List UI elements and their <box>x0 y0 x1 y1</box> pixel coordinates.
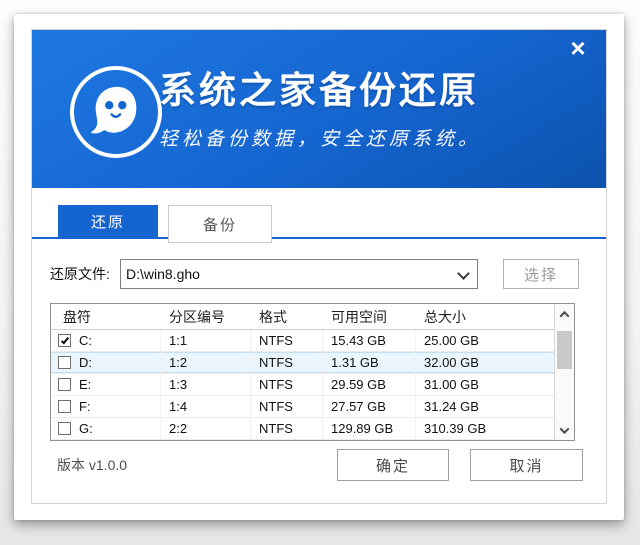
col-free[interactable]: 可用空间 <box>323 304 416 329</box>
choose-file-button[interactable]: 选择 <box>503 259 579 289</box>
row-checkbox[interactable] <box>58 378 71 391</box>
table-row[interactable]: D: 1:2NTFS1.31 GB32.00 GB <box>51 352 574 374</box>
header-titles: 系统之家备份还原 轻松备份数据，安全还原系统。 <box>159 60 481 151</box>
check-icon <box>60 335 68 344</box>
col-partition[interactable]: 分区编号 <box>161 304 251 329</box>
drive-cell: F: <box>51 396 161 417</box>
footer: 版本 v1.0.0 确定 取消 <box>32 449 606 481</box>
scroll-down-button[interactable] <box>555 421 574 439</box>
table-row[interactable]: C: 1:1NTFS15.43 GB25.00 GB <box>51 330 574 352</box>
app-subtitle: 轻松备份数据，安全还原系统。 <box>159 124 481 151</box>
table-scrollbar[interactable] <box>554 304 574 440</box>
partition-cell: 1:3 <box>161 374 251 395</box>
table-row[interactable]: G: 2:2NTFS129.89 GB310.39 GB <box>51 418 574 440</box>
partition-cell: 1:1 <box>161 330 251 351</box>
row-checkbox[interactable] <box>58 356 71 369</box>
restore-file-label: 还原文件: <box>50 259 110 289</box>
tab-restore[interactable]: 还原 <box>58 205 158 237</box>
drive-cell: C: <box>51 330 161 351</box>
format-cell: NTFS <box>251 330 323 351</box>
drive-label: D: <box>79 355 92 370</box>
drive-cell: E: <box>51 374 161 395</box>
app-header: × 系统之家备份还原 轻松备份数据，安全还原系统。 <box>32 30 606 188</box>
total-size-cell: 25.00 GB <box>416 330 532 351</box>
row-checkbox[interactable] <box>58 400 71 413</box>
free-space-cell: 27.57 GB <box>323 396 416 417</box>
partition-table-body: C:1:1NTFS15.43 GB25.00 GBD:1:2NTFS1.31 G… <box>51 330 574 440</box>
content-panel: × 系统之家备份还原 轻松备份数据，安全还原系统。 还原 备份 还原文件: <box>31 29 607 504</box>
app-title: 系统之家备份还原 <box>159 60 481 114</box>
col-format[interactable]: 格式 <box>251 304 323 329</box>
col-drive[interactable]: 盘符 <box>51 304 161 329</box>
free-space-cell: 15.43 GB <box>323 330 416 351</box>
table-header: 盘符 分区编号 格式 可用空间 总大小 <box>51 304 574 330</box>
drive-label: C: <box>79 333 92 348</box>
drive-label: E: <box>79 377 91 392</box>
total-size-cell: 31.00 GB <box>416 374 532 395</box>
drive-label: G: <box>79 421 93 436</box>
format-cell: NTFS <box>251 396 323 417</box>
tab-backup[interactable]: 备份 <box>168 205 272 243</box>
ok-button[interactable]: 确定 <box>337 449 449 481</box>
total-size-cell: 32.00 GB <box>416 352 532 373</box>
drive-cell: G: <box>51 418 161 439</box>
total-size-cell: 31.24 GB <box>416 396 532 417</box>
row-checkbox[interactable] <box>58 422 71 435</box>
table-row[interactable]: F: 1:4NTFS27.57 GB31.24 GB <box>51 396 574 418</box>
drive-cell: D: <box>51 352 161 373</box>
scrollbar-thumb[interactable] <box>557 331 572 369</box>
row-checkbox[interactable] <box>58 334 71 347</box>
table-row[interactable]: E: 1:3NTFS29.59 GB31.00 GB <box>51 374 574 396</box>
scroll-up-icon <box>560 310 570 320</box>
app-window: × 系统之家备份还原 轻松备份数据，安全还原系统。 还原 备份 还原文件: <box>14 14 624 520</box>
partition-cell: 1:4 <box>161 396 251 417</box>
format-cell: NTFS <box>251 352 323 373</box>
scroll-up-button[interactable] <box>555 305 574 323</box>
close-icon: × <box>570 35 585 61</box>
tab-bar: 还原 备份 <box>32 205 606 245</box>
combobox-value: D:\win8.gho <box>126 260 200 288</box>
format-cell: NTFS <box>251 418 323 439</box>
cancel-button[interactable]: 取消 <box>470 449 583 481</box>
dropdown-chevron-icon[interactable] <box>457 267 470 280</box>
col-total[interactable]: 总大小 <box>416 304 532 329</box>
close-button[interactable]: × <box>564 34 592 62</box>
partition-table: 盘符 分区编号 格式 可用空间 总大小 C:1:1NTFS15.43 GB25.… <box>50 303 575 441</box>
tab-underline <box>32 237 606 239</box>
version-label: 版本 v1.0.0 <box>57 449 127 481</box>
free-space-cell: 129.89 GB <box>323 418 416 439</box>
free-space-cell: 29.59 GB <box>323 374 416 395</box>
partition-cell: 2:2 <box>161 418 251 439</box>
scroll-down-icon <box>560 424 570 434</box>
partition-cell: 1:2 <box>161 352 251 373</box>
drive-label: F: <box>79 399 91 414</box>
total-size-cell: 310.39 GB <box>416 418 532 439</box>
free-space-cell: 1.31 GB <box>323 352 416 373</box>
app-logo <box>70 66 162 158</box>
restore-file-row: 还原文件: D:\win8.gho 选择 <box>32 259 606 289</box>
ghost-icon <box>85 81 147 143</box>
format-cell: NTFS <box>251 374 323 395</box>
restore-file-combobox[interactable]: D:\win8.gho <box>120 259 478 289</box>
